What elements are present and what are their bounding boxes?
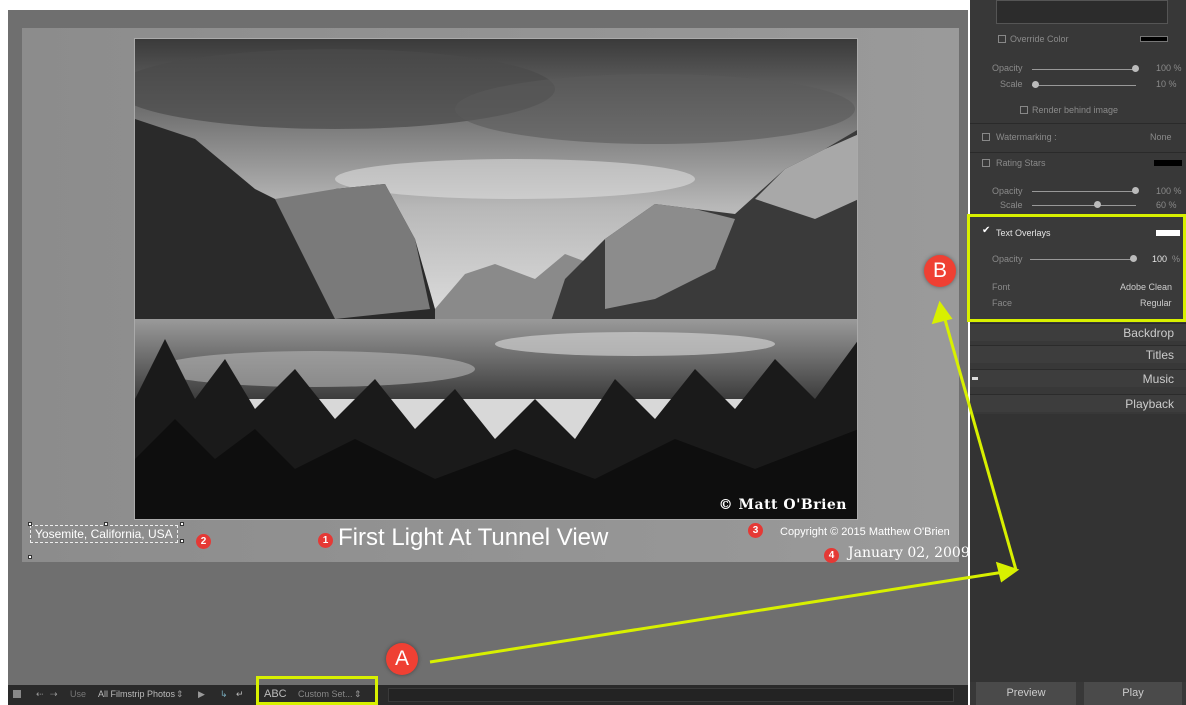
override-color-label: Override Color xyxy=(1010,34,1069,44)
render-behind-label: Render behind image xyxy=(1032,105,1119,115)
section-header-backdrop[interactable]: Backdrop xyxy=(970,323,1186,341)
section-header-playback[interactable]: Playback xyxy=(970,394,1186,412)
panel-empty-area xyxy=(970,414,1186,682)
music-toggle-icon[interactable] xyxy=(972,377,978,380)
resize-handle[interactable] xyxy=(104,522,108,526)
section-label: Backdrop xyxy=(1123,326,1174,340)
custom-text-field[interactable] xyxy=(388,688,954,702)
stars-scale-value: 60 % xyxy=(1156,200,1177,210)
section-header-titles[interactable]: Titles xyxy=(970,345,1186,363)
overlay-copyright-text[interactable]: Copyright © 2015 Matthew O'Brien xyxy=(780,526,950,538)
stop-icon[interactable] xyxy=(13,690,21,698)
overlay-location-text[interactable]: Yosemite, California, USA xyxy=(30,525,178,543)
slide-workspace: © Matt O'Brien Yosemite, California, USA… xyxy=(8,10,970,685)
next-arrow-icon[interactable]: ⇢ xyxy=(50,689,58,700)
section-label: Titles xyxy=(1145,348,1174,362)
stars-opacity-slider[interactable] xyxy=(1032,191,1136,192)
section-label: Music xyxy=(1142,372,1174,386)
preview-button[interactable]: Preview xyxy=(976,682,1076,705)
section-header-music[interactable]: Music xyxy=(970,369,1186,387)
highlight-box-toolbar xyxy=(256,676,378,705)
stars-scale-knob[interactable] xyxy=(1094,201,1101,208)
resize-handle[interactable] xyxy=(28,522,32,526)
highlight-box-text-overlays xyxy=(967,214,1186,322)
scale-value: 10 % xyxy=(1156,79,1177,89)
rotate-left-icon[interactable]: ↳ xyxy=(220,689,228,700)
watermarking-dropdown[interactable]: None xyxy=(1150,132,1172,142)
stars-opacity-knob[interactable] xyxy=(1132,187,1139,194)
rotate-right-icon[interactable]: ↵ xyxy=(236,689,244,700)
slideshow-toolbar: ⇠ ⇢ Use All Filmstrip Photos ⇕ ▶ ↳ ↵ ABC… xyxy=(8,685,968,705)
stars-scale-slider[interactable] xyxy=(1032,205,1136,206)
yosemite-photo xyxy=(135,39,857,519)
play-button[interactable]: Play xyxy=(1084,682,1182,705)
use-dropdown[interactable]: All Filmstrip Photos xyxy=(98,689,175,699)
opacity-label: Opacity xyxy=(992,63,1023,73)
stars-opacity-value: 100 % xyxy=(1156,186,1182,196)
rating-stars-label: Rating Stars xyxy=(996,158,1046,168)
section-label: Playback xyxy=(1125,397,1174,411)
resize-handle[interactable] xyxy=(180,539,184,543)
resize-handle[interactable] xyxy=(180,522,184,526)
use-label: Use xyxy=(70,689,87,699)
overlay-title-text[interactable]: First Light At Tunnel View xyxy=(338,524,608,552)
dropdown-chevron-icon: ⇕ xyxy=(176,689,184,699)
overlay-date-text[interactable]: January 02, 2009 xyxy=(848,545,970,561)
render-behind-checkbox[interactable] xyxy=(1020,106,1028,114)
badge-1: 1 xyxy=(318,533,333,548)
photo-credit-text: © Matt O'Brien xyxy=(718,497,847,513)
opacity-value: 100 % xyxy=(1156,63,1182,73)
prev-arrow-icon[interactable]: ⇠ xyxy=(36,689,44,700)
scale-label: Scale xyxy=(1000,79,1023,89)
divider xyxy=(970,152,1186,153)
watermarking-label: Watermarking : xyxy=(996,132,1057,142)
play-icon[interactable]: ▶ xyxy=(198,689,205,700)
divider xyxy=(970,123,1186,124)
watermarking-checkbox[interactable] xyxy=(982,133,990,141)
callout-b: B xyxy=(924,255,956,287)
identity-plate-preview[interactable] xyxy=(996,0,1168,24)
rating-stars-color-swatch[interactable] xyxy=(1154,160,1182,166)
rating-stars-checkbox[interactable] xyxy=(982,159,990,167)
stars-scale-label: Scale xyxy=(1000,200,1023,210)
scale-knob[interactable] xyxy=(1032,81,1039,88)
text-overlay-area: Yosemite, California, USA 2 1 First Ligh… xyxy=(28,522,970,563)
badge-3: 3 xyxy=(748,523,763,538)
override-color-checkbox[interactable] xyxy=(998,35,1006,43)
override-color-swatch[interactable] xyxy=(1140,36,1168,42)
resize-handle[interactable] xyxy=(28,555,32,559)
callout-a: A xyxy=(386,643,418,675)
scale-slider[interactable] xyxy=(1032,85,1136,86)
badge-4: 4 xyxy=(824,548,839,563)
stars-opacity-label: Opacity xyxy=(992,186,1023,196)
right-panel: Override Color Opacity 100 % Scale 10 % … xyxy=(970,0,1186,705)
opacity-slider[interactable] xyxy=(1032,69,1136,70)
opacity-knob[interactable] xyxy=(1132,65,1139,72)
badge-2: 2 xyxy=(196,534,211,549)
slide-photo[interactable]: © Matt O'Brien xyxy=(134,38,858,520)
